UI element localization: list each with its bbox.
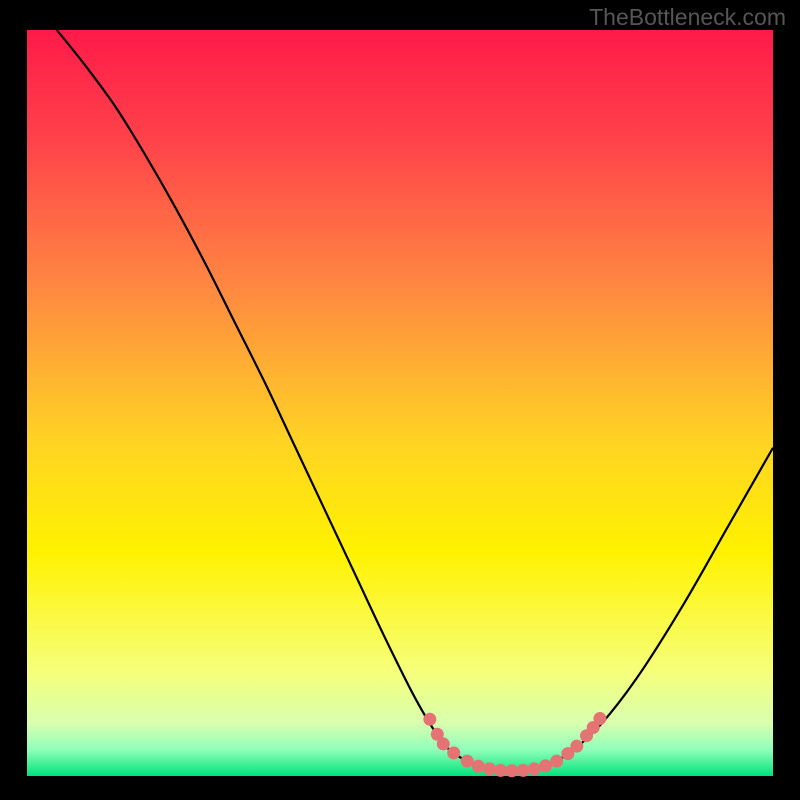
valley-marker <box>483 762 496 775</box>
valley-marker <box>423 713 436 726</box>
plot-background <box>27 30 773 776</box>
valley-marker <box>539 759 552 772</box>
valley-marker <box>550 755 563 768</box>
valley-marker <box>517 764 530 777</box>
bottleneck-chart <box>0 0 800 800</box>
valley-marker <box>528 762 541 775</box>
chart-container: TheBottleneck.com <box>0 0 800 800</box>
valley-marker <box>461 755 474 768</box>
valley-marker <box>472 760 485 773</box>
valley-marker <box>447 746 460 759</box>
valley-marker <box>437 737 450 750</box>
valley-marker <box>570 740 583 753</box>
valley-marker <box>494 764 507 777</box>
valley-marker <box>505 764 518 777</box>
valley-marker <box>593 712 606 725</box>
